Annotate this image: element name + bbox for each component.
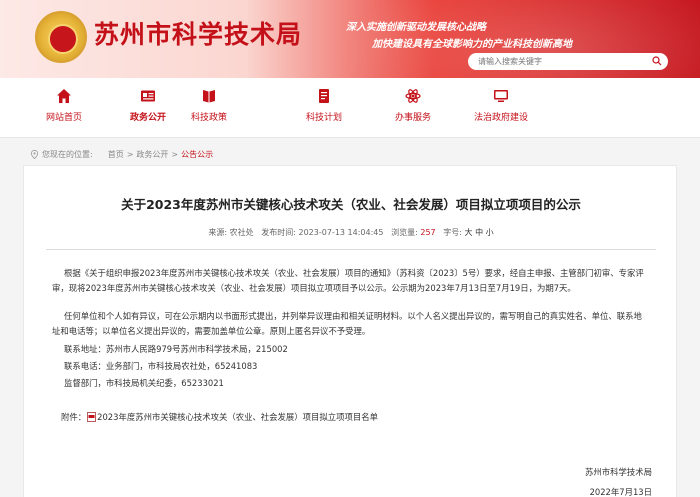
nav-label: 科技政策	[190, 113, 227, 123]
attachment-label: 附件：	[61, 412, 87, 422]
emblem-logo[interactable]	[35, 11, 87, 63]
breadcrumb-separator: >	[171, 149, 179, 159]
meta-views: 257	[420, 228, 436, 237]
font-size-large[interactable]: 大	[465, 228, 473, 237]
font-size-small[interactable]: 小	[486, 228, 494, 237]
search-input[interactable]: 请输入搜索关键字	[468, 53, 668, 70]
search-icon[interactable]	[652, 56, 662, 66]
main-nav: 网站首页 政务公开 科技政策 科技计划 办事服务 法治政府建设	[0, 78, 700, 138]
signature-org: 苏州市科学技术局	[585, 467, 652, 477]
supervisor-dept: 监督部门，市科技局机关纪委，65233021	[64, 378, 224, 388]
slogan-line-2: 加快建设具有全球影响力的产业科技创新高地	[372, 39, 572, 50]
document-icon	[319, 89, 329, 103]
signature-date: 2022年7月13日	[589, 487, 652, 497]
monitor-icon	[494, 90, 508, 102]
meta-source: 来源: 农社处	[208, 228, 254, 237]
nav-item-home[interactable]: 网站首页	[23, 88, 105, 123]
article-title: 关于2023年度苏州市关键核心技术攻关（农业、社会发展）项目拟立项项目的公示	[121, 197, 581, 212]
article-card: 关于2023年度苏州市关键核心技术攻关（农业、社会发展）项目拟立项项目的公示 来…	[23, 165, 677, 497]
breadcrumb-prefix: 您现在的位置:	[42, 149, 93, 159]
nav-item-rule-of-law[interactable]: 法治政府建设	[460, 88, 542, 123]
breadcrumb-home[interactable]: 首页	[108, 149, 124, 160]
article-meta: 来源: 农社处 发布时间: 2023-07-13 14:04:45 浏览量: 2…	[24, 227, 678, 238]
nav-label: 法治政府建设	[473, 113, 528, 123]
meta-time: 发布时间: 2023-07-13 14:04:45	[261, 228, 384, 237]
nav-label: 科技计划	[305, 113, 342, 123]
news-icon	[141, 90, 155, 102]
contact-phone: 联系电话：业务部门，市科技局农社处，65241083	[64, 361, 258, 371]
book-icon	[203, 90, 215, 103]
breadcrumb-separator: >	[126, 149, 134, 159]
breadcrumb: 您现在的位置: 首页 > 政务公开 > 公告公示	[30, 146, 670, 162]
nav-item-tech-plan[interactable]: 科技计划	[283, 88, 365, 123]
pdf-file-icon	[87, 412, 97, 422]
site-title[interactable]: 苏州市科学技术局	[94, 15, 302, 51]
location-pin-icon	[30, 149, 39, 159]
nav-item-services[interactable]: 办事服务	[372, 88, 454, 123]
breadcrumb-current[interactable]: 公告公示	[181, 149, 213, 160]
nav-item-tech-policy[interactable]: 科技政策	[168, 88, 250, 123]
contact-address: 联系地址：苏州市人民路979号苏州市科学技术局，215002	[64, 344, 288, 354]
meta-views-label: 浏览量:	[391, 228, 418, 237]
attachment: 附件： 2023年度苏州市关键核心技术攻关（农业、社会发展）项目拟立项项目名单	[61, 411, 378, 423]
breadcrumb-section[interactable]: 政务公开	[136, 149, 168, 160]
atom-icon	[405, 89, 421, 103]
slogan-line-1: 深入实施创新驱动发展核心战略	[346, 22, 486, 33]
meta-fontsize-label: 字号:	[443, 228, 462, 237]
nav-label: 网站首页	[45, 113, 82, 123]
nav-label: 办事服务	[394, 113, 431, 123]
font-size-medium[interactable]: 中	[475, 228, 483, 237]
home-icon	[57, 89, 71, 103]
search-placeholder: 请输入搜索关键字	[478, 57, 542, 66]
article-paragraph-2: 任何单位和个人如有异议，可在公示期内以书面形式提出，并列举异议理由和相关证明材料…	[52, 311, 642, 336]
attachment-link[interactable]: 2023年度苏州市关键核心技术攻关（农业、社会发展）项目拟立项项目名单	[97, 411, 378, 423]
article-paragraph-1: 根据《关于组织申报2023年度苏州市关键核心技术攻关（农业、社会发展）项目的通知…	[52, 268, 644, 293]
site-header: 苏州市科学技术局 深入实施创新驱动发展核心战略 加快建设具有全球影响力的产业科技…	[0, 0, 700, 78]
title-divider	[46, 249, 656, 250]
